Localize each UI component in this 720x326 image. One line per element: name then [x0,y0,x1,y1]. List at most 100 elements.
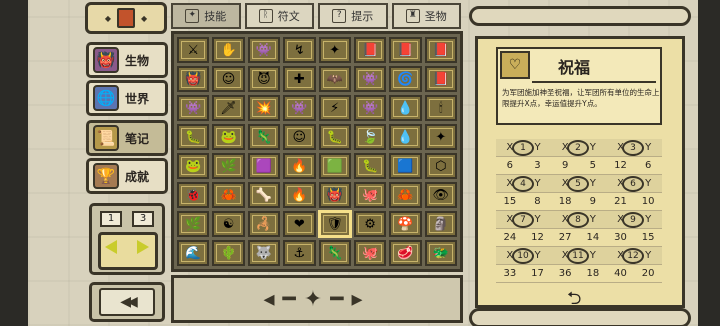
category-creatures[interactable]: 👹 生物 [86,42,168,78]
skill-cell[interactable]: 🌊 [177,240,210,266]
skill-cell[interactable]: 🐸 [212,124,245,150]
next-page-arrow-icon[interactable] [137,240,149,254]
skill-cell[interactable]: 😈 [247,66,281,92]
skill-cell[interactable]: 🐲 [424,240,457,266]
level-number: 11 [567,248,589,264]
skill-icon: 🐞 [185,187,202,203]
skill-cell[interactable]: 👾 [283,95,316,121]
stat-value: 6 [644,160,652,171]
level-number: 3 [622,140,644,156]
skill-cell[interactable]: 🦇 [318,66,351,92]
skill-cell[interactable]: 💥 [247,95,281,121]
skill-cell[interactable]: ✋ [212,37,245,63]
skill-cell[interactable]: 🟩 [318,153,351,179]
skill-cell[interactable]: ☺ [283,124,316,150]
skill-cell[interactable]: 🍃 [353,124,387,150]
title-divider [532,81,656,83]
skill-cell[interactable]: 👾 [353,66,387,92]
category-notes[interactable]: 📜 笔记 [86,120,168,156]
skill-cell[interactable]: 👾 [353,95,387,121]
skill-cell[interactable]: ⚔ [177,37,210,63]
skill-icon: ❤ [293,216,305,232]
category-world[interactable]: 🌐 世界 [86,80,168,116]
skill-icon: 🦎 [255,129,273,145]
stat-value: 33 [503,268,517,279]
skill-cell[interactable]: 🥩 [389,240,422,266]
skill-cell[interactable]: ⚡ [318,95,351,121]
back-button[interactable]: ◀◀ [89,282,165,322]
skill-cell[interactable]: 🐛 [177,124,210,150]
skill-cell[interactable]: 🐺 [247,240,281,266]
tab-label: 提示 [351,10,374,23]
skill-cell[interactable]: 🐸 [177,153,210,179]
stat-value: 24 [503,232,517,243]
skill-cell[interactable]: 🐞 [177,182,210,208]
scroll-bottom-rod [469,308,691,326]
skill-cell[interactable]: 👹 [177,66,210,92]
skill-cell[interactable]: ❤ [283,211,316,237]
skill-cell[interactable]: 🌿 [177,211,210,237]
skill-cell[interactable]: 🔥 [283,153,316,179]
stat-value: 10 [641,196,655,207]
skill-cell[interactable]: 🐙 [353,182,387,208]
skill-icon: 🐙 [361,187,379,203]
skill-cell[interactable]: ⚙ [353,211,387,237]
skill-cell[interactable]: 🐛 [318,124,351,150]
tab-label: 技能 [204,10,227,23]
skill-cell[interactable]: 📕 [353,37,387,63]
codex-book-button[interactable]: ◆ ◆ [85,2,167,34]
skill-icon: 👾 [361,71,379,87]
skill-cell[interactable]: 💧 [389,124,422,150]
skill-icon: 🦂 [255,216,273,232]
scroll-top-rod [469,6,691,26]
tab-runes[interactable]: ᚱ 符文 [244,3,314,29]
skill-cell[interactable]: 🍄 [389,211,422,237]
skill-cell[interactable]: ✚ [283,66,316,92]
skill-cell[interactable]: 🟪 [247,153,281,179]
skill-cell[interactable]: 💧 [389,95,422,121]
skill-cell[interactable]: 🌀 [389,66,422,92]
level-number: 7 [512,212,534,228]
skill-cell[interactable]: 🦀 [212,182,245,208]
skill-cell[interactable]: 🛡 [318,211,351,237]
category-achievements[interactable]: 🏆 成就 [86,158,168,194]
skill-icon: 👁 [432,187,450,203]
skill-cell[interactable]: ⚓ [283,240,316,266]
skill-cell[interactable]: 🦎 [247,124,281,150]
skill-cell[interactable]: ☯ [212,211,245,237]
skill-cell[interactable]: ☺ [212,66,245,92]
tab-hints[interactable]: ? 提示 [318,3,388,29]
skill-cell[interactable]: 📕 [389,37,422,63]
prev-page-arrow-icon[interactable] [105,240,117,254]
skill-cell[interactable]: 🦎 [318,240,351,266]
skill-cell[interactable]: ✦ [424,124,457,150]
skill-cell[interactable]: 🌵 [212,240,245,266]
skill-cell[interactable]: ↯ [283,37,316,63]
skill-cell[interactable]: 👾 [247,37,281,63]
skill-cell[interactable]: 🗿 [424,211,457,237]
skill-grid: ⚔ ✋ 👾 ↯ ✦ 📕 📕 📕 👹 ☺ 😈 ✚ 🦇 👾 🌀 📕 👾 🗡 💥 👾 ⚡ 👾 💧 🕯 🐛 🐸 🦎 ☺ 🐛 🍃 💧 ✦ 🐸 🌿 🟪 🔥 🟩 🐛 🟦 ⬡… [171,31,463,272]
tab-relics[interactable]: ♜ 圣物 [391,3,461,29]
skill-cell[interactable]: 🦀 [389,182,422,208]
skill-cell[interactable]: 🐙 [353,240,387,266]
skill-cell[interactable]: ✦ [318,37,351,63]
level-header-row: X Y 10 X Y 11 X Y 12 [496,247,662,265]
skill-cell[interactable]: 👹 [318,182,351,208]
skill-cell[interactable]: 👾 [177,95,210,121]
skill-cell[interactable]: 📕 [424,37,457,63]
skill-cell[interactable]: 🌿 [212,153,245,179]
level-number: 5 [567,176,589,192]
skill-cell[interactable]: 🟦 [389,153,422,179]
skill-cell[interactable]: 🐛 [353,153,387,179]
skill-cell[interactable]: ⬡ [424,153,457,179]
relic-icon: ♜ [405,9,420,23]
skill-cell[interactable]: 🦂 [247,211,281,237]
skill-cell[interactable]: 🦴 [247,182,281,208]
tab-skills[interactable]: ✦ 技能 [171,3,241,29]
skill-cell[interactable]: 👁 [424,182,457,208]
skill-cell[interactable]: 🔥 [283,182,316,208]
skill-cell[interactable]: 🕯 [424,95,457,121]
skill-cell[interactable]: 🗡 [212,95,245,121]
skill-cell[interactable]: 📕 [424,66,457,92]
creature-icon: 👹 [93,47,119,73]
